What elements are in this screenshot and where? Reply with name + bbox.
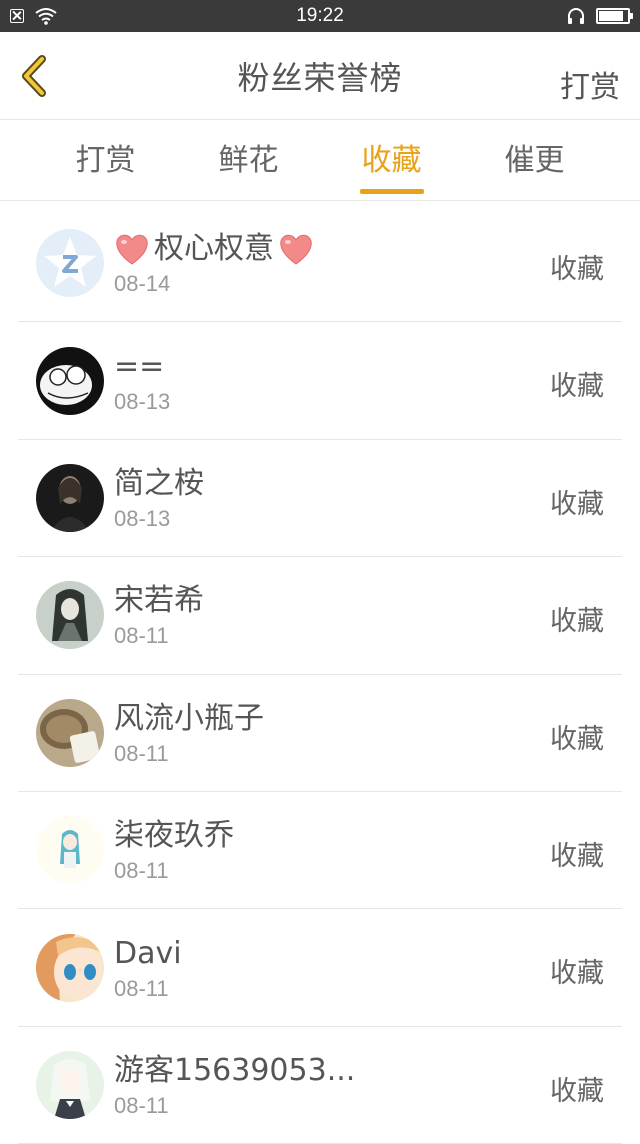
avatar [36, 816, 104, 885]
chevron-left-icon [22, 55, 46, 97]
favorite-label: 收藏 [550, 958, 604, 990]
heart-icon [116, 234, 148, 265]
reward-button[interactable]: 打赏 [560, 62, 620, 106]
favorite-label: 收藏 [550, 723, 604, 755]
favorite-label: 收藏 [550, 606, 604, 638]
list-item-date: 08-11 [114, 740, 169, 766]
back-button[interactable] [14, 54, 58, 98]
list-item[interactable]: 柒夜玖乔 08-11 收藏 [18, 792, 622, 910]
top-app-bar: 粉丝荣誉榜 打赏 [0, 32, 640, 120]
avatar [36, 346, 104, 415]
list-item-date: 08-11 [114, 975, 169, 1001]
list-item-date: 08-13 [114, 388, 171, 414]
list-item-date: 08-11 [114, 623, 169, 649]
list-item-name: 简之桉 [114, 465, 204, 501]
headphones-icon [568, 8, 584, 24]
tab-favorites[interactable]: 收藏 [322, 121, 462, 200]
tab-flowers[interactable]: 鲜花 [179, 121, 319, 200]
favorite-label: 收藏 [550, 1075, 604, 1107]
list-item[interactable]: 简之桉 08-13 收藏 [18, 440, 622, 558]
list-item[interactable]: == 08-13 收藏 [18, 322, 622, 440]
favorite-label: 收藏 [550, 254, 604, 285]
page-title: 粉丝荣誉榜 [237, 58, 403, 97]
list-item[interactable]: 权心权意 08-14 收藏 [18, 205, 622, 323]
list-item[interactable]: 风流小瓶子 08-11 收藏 [18, 675, 622, 792]
list-item-date: 08-11 [114, 858, 169, 884]
status-bar: 19:22 [0, 0, 640, 32]
battery-icon [596, 8, 633, 24]
tab-reward[interactable]: 打赏 [36, 121, 176, 200]
favorite-label: 收藏 [550, 488, 604, 520]
list-item-name: Davi [114, 935, 182, 971]
avatar [36, 229, 104, 298]
list-item-date: 08-14 [114, 271, 171, 297]
list-item[interactable]: Davi 08-11 收藏 [18, 909, 622, 1027]
favorite-label: 收藏 [550, 371, 604, 403]
wifi-icon [35, 8, 57, 25]
no-sim-icon [10, 9, 24, 23]
fan-list: 权心权意 08-14 收藏 == 08-13 收藏 简之桉 08-13 收藏 宋… [18, 205, 622, 1144]
favorite-label: 收藏 [550, 840, 604, 872]
list-item-date: 08-13 [114, 505, 171, 531]
tab-bar: 打赏 鲜花 收藏 催更 [0, 121, 640, 201]
avatar [36, 698, 104, 767]
list-item-date: 08-11 [114, 1092, 169, 1118]
list-item-name: 游客15639053... [114, 1052, 356, 1088]
list-item-name: 风流小瓶子 [114, 700, 264, 736]
list-item[interactable]: 宋若希 08-11 收藏 [18, 557, 622, 675]
list-item-name: 权心权意 [154, 231, 274, 267]
list-item-name: 柒夜玖乔 [114, 818, 234, 854]
avatar [36, 463, 104, 532]
tab-urge-update[interactable]: 催更 [465, 121, 605, 200]
list-item-name: == [114, 348, 165, 384]
list-item-name: 宋若希 [114, 583, 204, 619]
avatar [36, 581, 104, 650]
avatar [36, 1050, 104, 1119]
status-time: 19:22 [296, 5, 344, 26]
heart-icon [280, 234, 312, 265]
list-item[interactable]: 游客15639053... 08-11 收藏 [18, 1027, 622, 1144]
avatar [36, 933, 104, 1002]
